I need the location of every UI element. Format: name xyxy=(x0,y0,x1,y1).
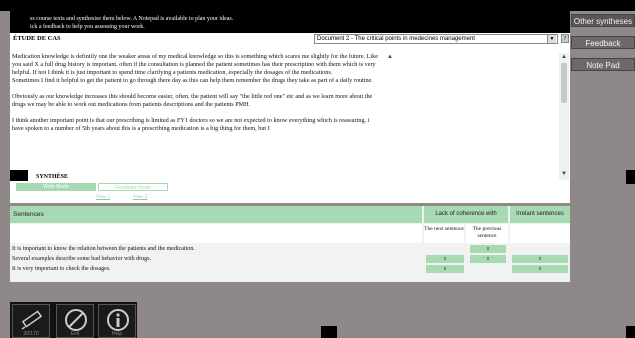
document-paragraph: Sometimes I find it helpful to get the p… xyxy=(12,77,373,84)
synthesis-label: SYNTHÈSE xyxy=(36,174,69,180)
view-1-link[interactable]: View 1 xyxy=(96,195,110,200)
document-paragraph: I think another important point is that … xyxy=(12,117,370,132)
column-header-irrelevant: Irrelant sentences xyxy=(510,206,570,223)
case-study-title: ÉTUDE DE CAS xyxy=(13,35,61,42)
synthesis-area: SYNTHÈSE Write Mode Feedback Mode View 1… xyxy=(10,174,570,203)
document-text: Medication knowledge is definitly one th… xyxy=(12,53,382,180)
panel-scrollbar[interactable]: ▲ ▼ xyxy=(559,53,569,180)
info-icon xyxy=(107,309,129,331)
view-2-link[interactable]: View 2 xyxy=(133,195,147,200)
evaluation-grid: Sentences Lack of coherence with Irrelan… xyxy=(10,206,570,282)
instructions-line-1: ss course texts and synthesise them belo… xyxy=(30,16,234,22)
feedback-mode-button[interactable]: Feedback Mode xyxy=(98,183,168,191)
subheader-previous-sentence: The previous sentence xyxy=(466,224,508,243)
top-bar xyxy=(0,0,635,11)
pencil-icon xyxy=(21,310,43,330)
overlay-block xyxy=(10,170,28,181)
subheader-irrelevant xyxy=(510,224,570,243)
right-tabs: Other syntheses Feedback Note Pad xyxy=(571,14,635,80)
irrelevant-cell[interactable]: x xyxy=(512,265,568,273)
document-paragraph: Obviously as our knowledge increases thi… xyxy=(12,93,373,108)
subheader-next-sentence: The next sentence xyxy=(424,224,464,243)
text-scrollbar[interactable]: ▲ xyxy=(386,53,394,180)
help-label: Help xyxy=(111,331,123,337)
irrelevant-cell[interactable]: x xyxy=(512,255,568,263)
document-select[interactable]: Document 2 - The critical points in mede… xyxy=(314,34,558,44)
table-row: It is very important to check the dosage… xyxy=(10,265,570,273)
previous-sentence-cell[interactable]: x xyxy=(470,255,506,263)
next-sentence-cell[interactable]: x xyxy=(426,255,464,263)
previous-sentence-cell[interactable]: x xyxy=(470,245,506,253)
tab-feedback[interactable]: Feedback xyxy=(571,36,635,49)
scroll-up-icon[interactable]: ▲ xyxy=(386,53,394,61)
overlay-block xyxy=(626,170,635,184)
chevron-down-icon[interactable]: ▼ xyxy=(547,35,556,43)
tab-other-syntheses[interactable]: Other syntheses xyxy=(571,14,635,27)
document-select-value: Document 2 - The critical points in mede… xyxy=(317,36,475,42)
help-button[interactable]: Help xyxy=(98,304,136,338)
subheader-blank xyxy=(10,224,422,243)
scroll-down-icon[interactable]: ▼ xyxy=(559,170,569,178)
progress-counter: 30/170 xyxy=(23,331,39,337)
column-header-sentences: Sentences xyxy=(10,206,422,223)
document-paragraph: Medication knowledge is definitly one th… xyxy=(12,53,378,76)
sentence-text: Several examples describe some bad behav… xyxy=(12,256,151,262)
case-study-header: ÉTUDE DE CAS Document 2 - The critical p… xyxy=(10,33,570,45)
overlay-block xyxy=(626,326,635,338)
table-row: It is important to know the relation bet… xyxy=(10,245,570,253)
overlay-block xyxy=(321,326,337,338)
instructions-line-2: ick a feedback to help you assessing you… xyxy=(30,24,145,30)
help-question-button[interactable]: ? xyxy=(561,34,569,43)
tab-note-pad[interactable]: Note Pad xyxy=(571,58,635,71)
sentence-text: It is very important to check the dosage… xyxy=(12,266,111,272)
no-entry-icon xyxy=(65,309,87,331)
instructions-header: ss course texts and synthesise them belo… xyxy=(10,11,570,33)
write-mode-button[interactable]: Write Mode xyxy=(16,183,96,191)
table-row: Several examples describe some bad behav… xyxy=(10,255,570,263)
case-study-panel: ÉTUDE DE CAS Document 2 - The critical p… xyxy=(10,33,570,181)
exit-label: Exit xyxy=(70,331,80,337)
progress-button[interactable]: 30/170 xyxy=(12,304,50,338)
scroll-thumb[interactable] xyxy=(561,63,567,103)
exit-button[interactable]: Exit xyxy=(56,304,94,338)
sentence-text: It is important to know the relation bet… xyxy=(12,246,195,252)
scroll-up-icon[interactable]: ▲ xyxy=(559,53,569,61)
column-header-coherence: Lack of coherence with xyxy=(424,206,508,223)
next-sentence-cell[interactable]: x xyxy=(426,265,464,273)
